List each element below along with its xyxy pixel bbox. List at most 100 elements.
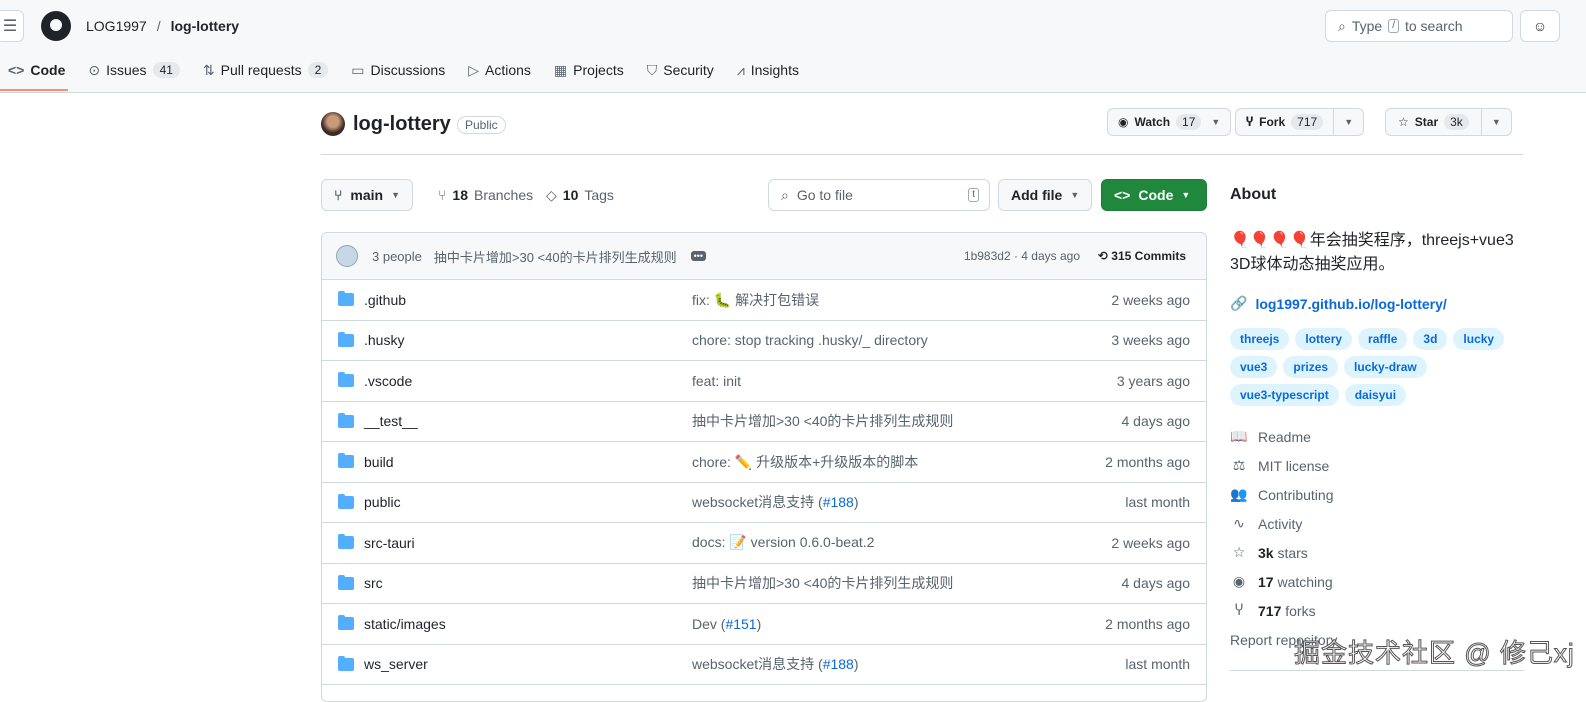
file-name[interactable]: src — [364, 575, 383, 591]
topic-tag[interactable]: lucky-draw — [1344, 356, 1427, 378]
tab-discussions[interactable]: ▭ Discussions — [343, 56, 453, 84]
watch-button[interactable]: ◉ Watch 17 ▼ — [1107, 108, 1232, 136]
meta-pulse[interactable]: ∿ Activity — [1230, 509, 1524, 538]
search-icon: ⌕ — [781, 186, 789, 203]
topic-tag[interactable]: vue3 — [1230, 356, 1278, 378]
commit-date: 2 weeks ago — [1111, 534, 1190, 551]
commits-link[interactable]: ⟲ 315 Commits — [1098, 249, 1186, 263]
meta-law[interactable]: ⚖ MIT license — [1230, 451, 1524, 480]
tab-label: Code — [30, 62, 66, 78]
tab-insights[interactable]: ⩘ Insights — [729, 56, 807, 84]
message-text: docs: 📝 version 0.6.0-beat.2 — [692, 534, 875, 551]
tab-pull-requests[interactable]: ⇅ Pull requests 2 — [195, 56, 336, 84]
fork-dropdown[interactable]: ▼ — [1333, 109, 1363, 135]
owner-link[interactable]: LOG1997 — [86, 18, 147, 34]
pr-link[interactable]: #151 — [725, 616, 756, 632]
hamburger-icon: ☰ — [2, 18, 18, 35]
topic-tag[interactable]: lucky — [1453, 328, 1505, 350]
breadcrumb: LOG1997 / log-lottery — [86, 18, 239, 34]
pr-link[interactable]: #188 — [823, 656, 854, 672]
menu-button[interactable]: ☰ — [0, 10, 24, 42]
repo-title[interactable]: log-lottery — [353, 113, 451, 136]
topic-tag[interactable]: raffle — [1358, 328, 1408, 350]
tab-code[interactable]: <> Code — [0, 56, 73, 84]
commit-message[interactable]: feat: init — [692, 373, 741, 389]
watch-count: 17 — [1176, 114, 1202, 130]
file-name[interactable]: __test__ — [364, 413, 418, 429]
tab-projects[interactable]: ▦ Projects — [546, 56, 632, 84]
meta-book[interactable]: 📖 Readme — [1230, 422, 1524, 451]
topic-tag[interactable]: daisyui — [1344, 384, 1407, 406]
website-link[interactable]: 🔗 log1997.github.io/log-lottery/ — [1230, 295, 1524, 312]
file-name[interactable]: static/images — [364, 616, 446, 632]
file-name[interactable]: public — [364, 494, 401, 510]
chevron-down-icon[interactable]: ▼ — [1211, 117, 1230, 127]
commit-message[interactable]: websocket消息支持 (#188) — [692, 654, 859, 674]
commit-message[interactable]: 抽中卡片增加>30 <40的卡片排列生成规则 — [434, 247, 677, 266]
meta-fork[interactable]: Ⴤ 717 forks — [1230, 596, 1524, 625]
avatar[interactable] — [321, 112, 345, 136]
file-name[interactable]: .github — [364, 292, 406, 308]
commit-message[interactable]: websocket消息支持 (#188) — [692, 492, 859, 512]
commit-message[interactable]: 抽中卡片增加>30 <40的卡片排列生成规则 — [692, 573, 953, 593]
topic-tag[interactable]: threejs — [1230, 328, 1290, 350]
commit-message[interactable]: chore: ✏️ 升级版本+升级版本的脚本 — [692, 452, 918, 472]
commit-message[interactable]: docs: 📝 version 0.6.0-beat.2 — [692, 534, 874, 551]
commit-message[interactable]: fix: 🐛 解决打包错误 — [692, 290, 819, 310]
about-title: About — [1230, 186, 1277, 203]
tab-label: Pull requests — [220, 62, 302, 78]
meta-star[interactable]: ☆ 3k stars — [1230, 538, 1524, 567]
file-name[interactable]: build — [364, 454, 394, 470]
file-name[interactable]: .husky — [364, 332, 404, 348]
search-input[interactable]: ⌕ Type / to search — [1325, 10, 1513, 42]
star-dropdown[interactable]: ▼ — [1480, 109, 1511, 135]
tags-count: 10 — [562, 187, 579, 203]
tab-label: Insights — [750, 62, 799, 78]
ellipsis-icon[interactable]: ••• — [690, 251, 707, 261]
avatar[interactable] — [336, 245, 358, 267]
search-placeholder: Type — [1351, 18, 1383, 34]
repo-link[interactable]: log-lottery — [171, 18, 239, 34]
pulse-icon: ∿ — [1233, 515, 1245, 531]
add-file-button[interactable]: Add file ▼ — [998, 179, 1093, 211]
topic-tag[interactable]: vue3-typescript — [1230, 384, 1339, 406]
website-url: log1997.github.io/log-lottery/ — [1255, 295, 1447, 312]
commit-authors[interactable]: 3 people — [372, 249, 422, 264]
fork-button[interactable]: Ⴤ Fork 717 ▼ — [1235, 108, 1365, 136]
branch-select[interactable]: ⑂ main ▼ — [321, 179, 414, 211]
code-button[interactable]: <> Code ▼ — [1101, 179, 1207, 211]
search-icon: ⌕ — [1338, 17, 1346, 34]
star-button[interactable]: ☆ Star 3k ▼ — [1385, 108, 1512, 136]
commit-hash-time[interactable]: 1b983d2 · 4 days ago — [964, 249, 1080, 263]
repo-tabs: <> Code ⊙ Issues 41 ⇅ Pull requests 2 ▭ Discussio… — [0, 56, 814, 92]
topic-tag[interactable]: lottery — [1295, 328, 1353, 350]
file-name[interactable]: .vscode — [364, 373, 412, 389]
topic-tag[interactable]: prizes — [1283, 356, 1339, 378]
repo-description: 🎈🎈🎈🎈年会抽奖程序，threejs+vue3 3D球体动态抽奖应用。 — [1230, 232, 1514, 273]
file-name[interactable]: src-tauri — [364, 535, 415, 551]
github-logo-icon[interactable] — [41, 11, 71, 41]
tab-label: Security — [663, 62, 714, 78]
tags-link[interactable]: ◇ 10 Tags — [546, 179, 614, 211]
meta-text: 717 forks — [1258, 603, 1316, 619]
go-to-file-input[interactable]: ⌕ Go to file t — [768, 179, 990, 211]
file-row: src 抽中卡片增加>30 <40的卡片排列生成规则 4 days ago — [322, 564, 1206, 604]
branch-icon: ⑂ — [334, 187, 343, 203]
tab-actions[interactable]: ▷ Actions — [460, 56, 539, 84]
meta-eye[interactable]: ◉ 17 watching — [1230, 567, 1524, 596]
tab-security[interactable]: ⛉ Security — [639, 56, 722, 84]
message-text: 抽中卡片增加>30 <40的卡片排列生成规则 — [692, 575, 954, 592]
commit-message[interactable]: 抽中卡片增加>30 <40的卡片排列生成规则 — [692, 411, 953, 431]
commit-message[interactable]: chore: stop tracking .husky/_ directory — [692, 332, 928, 348]
file-name[interactable]: ws_server — [364, 656, 428, 672]
commit-date: 3 years ago — [1116, 372, 1190, 389]
branches-link[interactable]: ⑂ 18 Branches — [438, 179, 533, 211]
commit-message[interactable]: Dev (#151) — [692, 616, 761, 632]
active-tab-indicator — [0, 89, 68, 91]
copilot-button[interactable]: ☺ — [1520, 10, 1560, 42]
meta-people[interactable]: 👥 Contributing — [1230, 480, 1524, 509]
tab-issues[interactable]: ⊙ Issues 41 — [80, 56, 188, 84]
commit-date: 4 days ago — [1121, 413, 1191, 430]
topic-tag[interactable]: 3d — [1413, 328, 1448, 350]
pr-link[interactable]: #188 — [823, 494, 854, 510]
